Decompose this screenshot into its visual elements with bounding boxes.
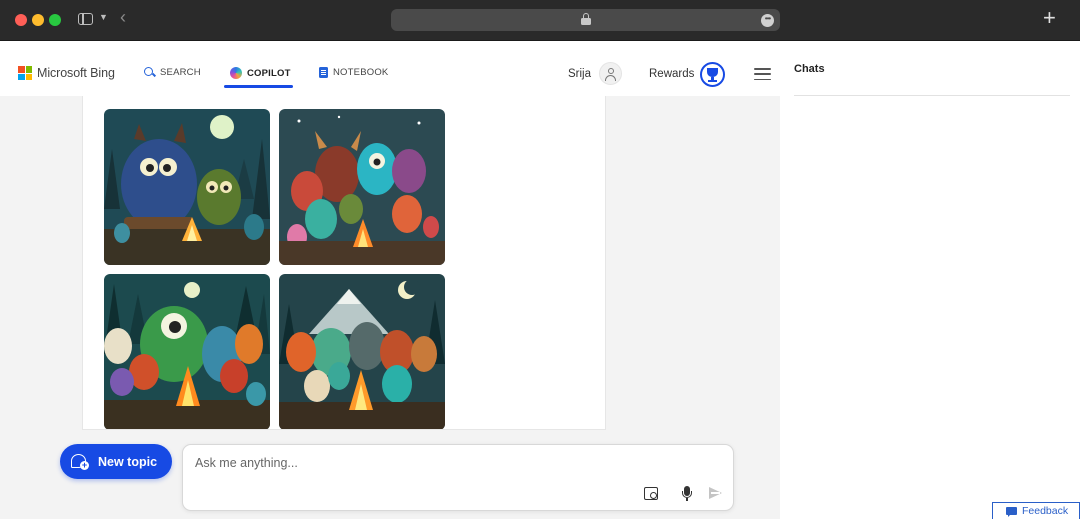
nav-copilot-label: COPILOT xyxy=(247,67,291,79)
divider xyxy=(794,95,1070,96)
nav-copilot[interactable]: COPILOT xyxy=(230,67,291,79)
generated-image-2[interactable] xyxy=(279,109,445,265)
user-name[interactable]: Srija xyxy=(568,68,591,80)
feedback-button[interactable]: Feedback xyxy=(992,502,1080,519)
generated-image-3[interactable] xyxy=(104,274,270,429)
send-icon[interactable] xyxy=(709,487,722,499)
main-chat-area: + New topic xyxy=(0,96,780,519)
notebook-icon xyxy=(319,67,328,78)
nav-search-label: SEARCH xyxy=(160,67,201,78)
chevron-down-icon[interactable]: ▼ xyxy=(99,12,108,22)
close-window-button[interactable] xyxy=(15,14,27,26)
logo-text: Microsoft Bing xyxy=(37,66,115,80)
bing-header: Microsoft Bing SEARCH COPILOT NOTEBOOK S… xyxy=(0,41,780,96)
new-tab-button[interactable]: + xyxy=(1043,7,1056,29)
new-topic-label: New topic xyxy=(98,454,158,469)
feedback-icon xyxy=(1006,507,1017,517)
microphone-icon[interactable] xyxy=(682,486,692,502)
nav-search[interactable]: SEARCH xyxy=(144,67,201,78)
chat-input-box[interactable] xyxy=(182,444,734,511)
chat-input[interactable] xyxy=(195,453,715,473)
image-search-icon[interactable] xyxy=(644,487,658,500)
lock-icon xyxy=(581,13,591,25)
active-tab-indicator xyxy=(224,85,293,88)
new-chat-icon: + xyxy=(71,453,89,471)
hamburger-menu-icon[interactable] xyxy=(754,68,771,81)
copilot-icon xyxy=(230,67,242,79)
maximize-window-button[interactable] xyxy=(49,14,61,26)
microsoft-logo-icon xyxy=(18,66,32,80)
feedback-label: Feedback xyxy=(1022,505,1069,517)
new-topic-button[interactable]: + New topic xyxy=(60,444,172,479)
minimize-window-button[interactable] xyxy=(32,14,44,26)
back-arrow-icon[interactable]: ‹ xyxy=(120,8,126,26)
chats-title: Chats xyxy=(794,63,825,75)
search-icon xyxy=(144,67,155,78)
browser-chrome: ▼ ‹ ••• + xyxy=(0,0,1080,41)
generated-image-4[interactable] xyxy=(279,274,445,429)
nav-notebook[interactable]: NOTEBOOK xyxy=(319,67,388,78)
trophy-icon[interactable] xyxy=(700,62,725,87)
chats-sidebar: Chats xyxy=(780,41,1080,519)
nav-notebook-label: NOTEBOOK xyxy=(333,67,389,78)
generated-image-1[interactable] xyxy=(104,109,270,265)
sidebar-toggle-icon[interactable] xyxy=(78,13,93,25)
response-card xyxy=(82,96,606,430)
microsoft-bing-logo[interactable]: Microsoft Bing xyxy=(18,66,115,80)
more-options-icon[interactable]: ••• xyxy=(761,14,774,27)
rewards-label[interactable]: Rewards xyxy=(649,68,694,80)
address-bar[interactable]: ••• xyxy=(391,9,780,31)
avatar-icon[interactable] xyxy=(599,62,622,85)
